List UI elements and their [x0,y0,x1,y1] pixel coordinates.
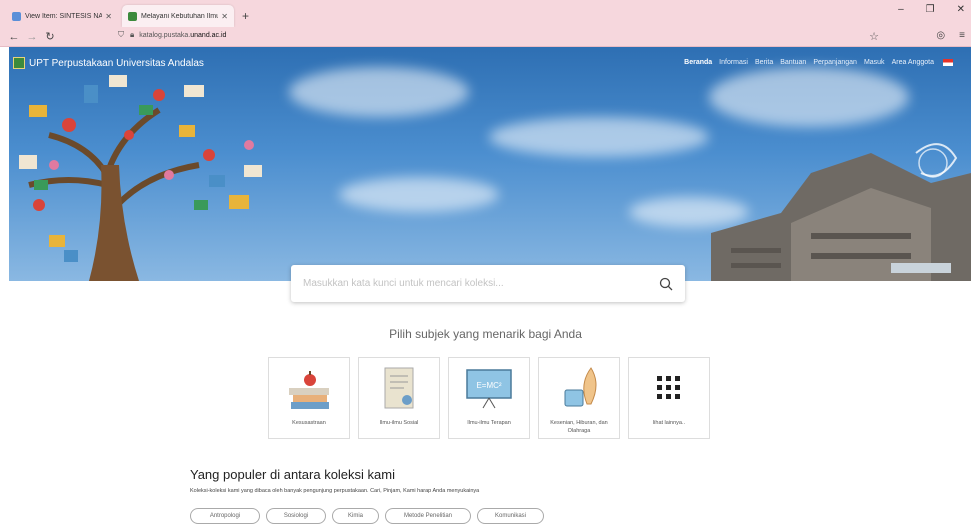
restore-icon[interactable]: ❐ [926,4,935,15]
popular-heading: Yang populer di antara koleksi kami [190,467,395,482]
close-window-icon[interactable]: ✕ [957,4,965,15]
site-logo[interactable]: UPT Perpustakaan Universitas Andalas [13,57,204,69]
menu-perpanjangan[interactable]: Perpanjangan [813,59,857,66]
subject-card-lainnya[interactable]: lihat lainnya.. [628,357,710,439]
menu-icon[interactable]: ≡ [959,30,965,41]
unand-favicon-icon [128,11,137,21]
url-domain: unand.ac.id [190,31,227,39]
blackboard-icon: E=MC² [466,369,512,409]
browser-tab-2[interactable]: Melayani Kebutuhan Ilmu deng ✕ [122,5,234,27]
search-icon[interactable] [659,277,673,291]
url-prefix: katalog.pustaka. [139,31,191,39]
address-bar[interactable]: ⛉ 🔒︎ katalog.pustaka. unand.ac.id [118,30,226,40]
page-icon [12,11,21,21]
top-menu: Beranda Informasi Berita Bantuan Perpanj… [684,59,953,66]
library-building-photo [711,143,971,281]
subject-card-ilmu-terapan[interactable]: E=MC² Ilmu-ilmu Terapan [448,357,530,439]
browser-right-controls: ◎ ≡ [936,30,965,41]
unand-emblem-icon [13,57,25,69]
browser-tab-1[interactable]: View Item: SINTESIS NANOKO ✕ [6,5,118,27]
bookmark-star-icon[interactable]: ☆ [869,30,879,43]
certificate-icon [384,367,414,409]
menu-berita[interactable]: Berita [755,59,773,66]
menu-area-anggota[interactable]: Area Anggota [892,59,934,66]
subject-card-kesenian[interactable]: Kesenian, Hiburan, dan Olahraga [538,357,620,439]
search-box [291,265,685,302]
svg-text:E=MC²: E=MC² [476,381,501,390]
search-input[interactable] [303,278,659,289]
tab-title: Melayani Kebutuhan Ilmu deng [141,12,219,20]
tag-pill[interactable]: Antropologi [190,508,260,524]
reload-icon[interactable]: ↻ [42,30,58,43]
minimize-icon[interactable]: – [898,4,904,15]
hero-banner: UPT Perpustakaan Universitas Andalas Ber… [9,47,971,281]
shield-icon: ⛉ [118,30,124,39]
subject-card-kesusastraan[interactable]: Kesusastraan [268,357,350,439]
subject-card-ilmu-sosial[interactable]: Ilmu-ilmu Sosial [358,357,440,439]
close-tab-icon[interactable]: ✕ [221,12,228,21]
popular-tags: Antropologi Sosiologi Kimia Metode Penel… [190,508,544,524]
forward-arrow-icon[interactable]: → [24,31,40,43]
tab-title: View Item: SINTESIS NANOKO [25,12,103,20]
tag-pill[interactable]: Komunikasi [477,508,544,524]
back-arrow-icon[interactable]: ← [6,31,22,43]
menu-informasi[interactable]: Informasi [719,59,748,66]
ink-feather-icon [564,367,597,407]
grid-dots-icon [657,376,680,399]
browser-tabbar: View Item: SINTESIS NANOKO ✕ Melayani Ke… [0,0,971,27]
subject-label: Kesusastraan [292,420,326,426]
popular-description: Koleksi-koleksi kami yang dibaca oleh ba… [190,488,480,494]
tree-of-books-illustration [19,75,262,281]
subject-label: Kesenian, Hiburan, dan Olahraga [550,420,608,434]
menu-bantuan[interactable]: Bantuan [780,59,806,66]
window-controls: – ❐ ✕ [898,4,965,15]
subjects-heading: Pilih subjek yang menarik bagi Anda [389,327,582,341]
subject-label: Ilmu-ilmu Sosial [379,420,419,426]
close-tab-icon[interactable]: ✕ [105,12,112,21]
menu-masuk[interactable]: Masuk [864,59,885,66]
new-tab-button[interactable]: + [238,9,255,27]
subject-label: lihat lainnya.. [652,420,686,426]
pocket-icon[interactable]: ◎ [936,30,945,41]
menu-beranda[interactable]: Beranda [684,59,712,66]
tag-pill[interactable]: Sosiologi [266,508,326,524]
subject-label: Ilmu-ilmu Terapan [467,420,511,426]
site-name: UPT Perpustakaan Universitas Andalas [29,57,204,69]
tag-pill[interactable]: Kimia [332,508,379,524]
language-flag-icon[interactable] [943,59,953,66]
lock-icon: 🔒︎ [130,30,135,39]
browser-navbar: ← → ↻ ⛉ 🔒︎ katalog.pustaka. unand.ac.id ☆… [0,27,971,47]
books-apple-icon [289,371,329,409]
tag-pill[interactable]: Metode Penelitian [385,508,471,524]
subject-cards: Kesusastraan Ilmu-ilmu Sosial E=MC² Ilmu… [268,357,710,439]
